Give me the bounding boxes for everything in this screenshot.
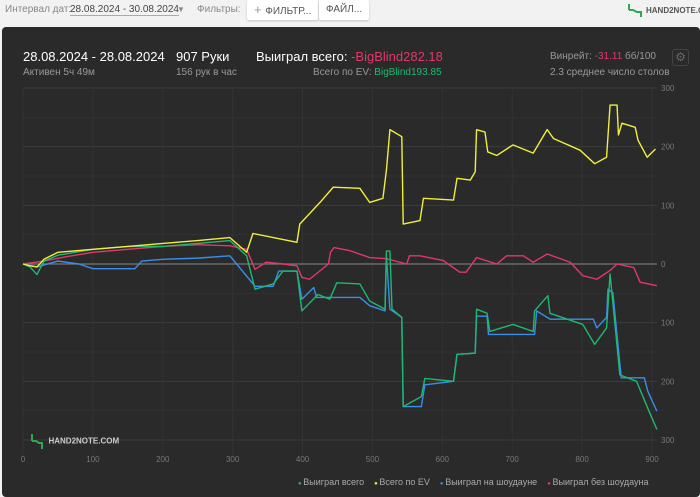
x-tick-label: 700 [506,455,520,464]
legend-label: Выиграл без шоудауна [552,477,649,487]
y-tick-label: 0 [661,260,666,269]
x-tick-label: 300 [226,455,240,464]
watermark-text: HAND2NOTE.COM [48,436,120,446]
y-tick-label: 100 [661,201,675,210]
legend-item[interactable]: ● Выиграл без шоудауна [547,477,648,487]
legend-label: Выиграл всего [303,477,365,487]
x-tick-label: 600 [436,455,450,464]
y-tick-label: 200 [661,143,675,152]
x-tick-label: 800 [575,455,589,464]
x-tick-label: 400 [296,455,310,464]
x-tick-label: 0 [21,455,26,464]
series-line-4 [22,243,658,287]
chart: 0 100 200 300 400 500 600 700 800 900 300 200 100 0 10… [21,84,675,464]
y-tick-label: 100 [661,319,675,328]
legend-item[interactable]: ● Всего по EV [374,477,430,487]
legend-label: Выиграл на шоудауне [445,477,538,487]
watermark: HAND2NOTE.COM [30,432,119,450]
x-tick-label: 100 [86,455,100,464]
y-tick-label: 200 [661,377,675,386]
y-tick-label: 300 [661,436,675,445]
legend-item[interactable]: ● Выиграл всего [298,477,364,487]
series-line-2 [22,104,656,268]
x-tick-label: 500 [366,455,380,464]
x-tick-label: 200 [156,455,170,464]
watermark-logo-icon [31,433,43,449]
legend-item[interactable]: ● Выиграл на шоудауне [440,477,537,487]
legend-label: Всего по EV [379,477,430,487]
legend: ● Выиграл всего ● Всего по EV ● Выиграл на… [298,477,658,487]
x-tick-label: 900 [645,455,659,464]
series-line-3 [22,255,658,412]
y-tick-label: 300 [661,84,675,93]
